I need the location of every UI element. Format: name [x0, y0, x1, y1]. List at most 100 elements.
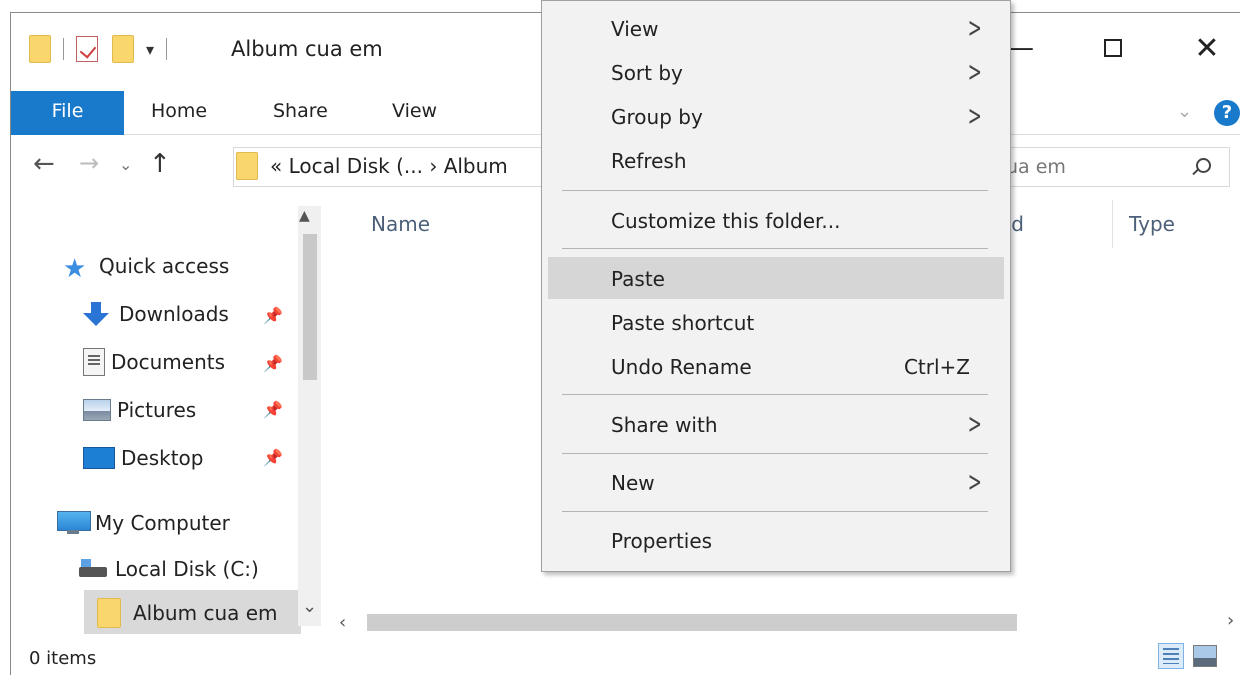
nav-item-label: Pictures [117, 398, 197, 422]
menu-item-label: View [611, 17, 659, 41]
nav-item-label: Quick access [99, 254, 230, 278]
chevron-right-icon: > [967, 465, 982, 498]
menu-separator [562, 394, 988, 395]
nav-item-quick-access[interactable]: ★ Quick access [63, 245, 229, 287]
tab-share[interactable]: Share [267, 91, 334, 135]
scroll-up-icon[interactable]: ▲ [299, 208, 310, 224]
qat-divider [63, 38, 64, 60]
scroll-left-icon[interactable]: ‹ [339, 612, 346, 633]
pin-icon[interactable]: 📌 [263, 448, 283, 467]
tab-file[interactable]: File [11, 91, 124, 135]
menu-item-undo-rename[interactable]: Undo Rename Ctrl+Z [548, 347, 1004, 383]
help-icon[interactable]: ? [1214, 100, 1240, 126]
customize-qat-icon[interactable]: ▾ [146, 40, 154, 59]
menu-item-label: Properties [611, 529, 713, 553]
nav-item-label: Downloads [119, 302, 229, 326]
tab-home[interactable]: Home [145, 91, 213, 135]
nav-item-documents[interactable]: Documents [83, 341, 225, 383]
back-arrow-icon[interactable]: ← [33, 149, 55, 179]
desktop-icon [83, 447, 115, 469]
computer-icon [57, 511, 91, 535]
close-button[interactable]: ✕ [1187, 31, 1227, 66]
nav-item-label: Album cua em [133, 601, 278, 625]
menu-item-refresh[interactable]: Refresh [548, 141, 1004, 177]
nav-scroll-thumb[interactable] [303, 234, 317, 380]
address-path: « Local Disk (... › Album [270, 154, 508, 178]
menu-item-group-by[interactable]: Group by > [548, 97, 1004, 133]
details-view-icon[interactable] [1158, 643, 1184, 669]
menu-item-shortcut: Ctrl+Z [903, 355, 970, 379]
context-menu: View > Sort by > Group by > Refresh Cust… [541, 0, 1011, 572]
menu-separator [562, 511, 988, 512]
menu-item-label: Share with [611, 413, 718, 437]
nav-item-desktop[interactable]: Desktop [83, 437, 203, 479]
menu-item-customize-folder[interactable]: Customize this folder... [548, 201, 1004, 237]
menu-item-label: Customize this folder... [611, 209, 841, 233]
up-arrow-icon[interactable]: ↑ [149, 149, 171, 179]
column-header-name[interactable]: Name [371, 212, 430, 236]
column-divider[interactable] [1112, 200, 1113, 248]
nav-item-downloads[interactable]: Downloads [83, 293, 229, 335]
menu-item-label: Undo Rename [611, 355, 752, 379]
menu-item-paste-shortcut[interactable]: Paste shortcut [548, 303, 1004, 339]
menu-item-new[interactable]: New > [548, 463, 1004, 499]
pin-icon[interactable]: 📌 [263, 306, 283, 325]
nav-item-label: Local Disk (C:) [115, 557, 259, 581]
menu-item-sort-by[interactable]: Sort by > [548, 53, 1004, 89]
chevron-right-icon: > [967, 407, 982, 440]
tab-view[interactable]: View [386, 91, 443, 135]
window-title: Album cua em [231, 37, 383, 61]
status-bar: 0 items [11, 643, 1240, 675]
menu-item-label: Group by [611, 105, 703, 129]
new-folder-icon[interactable] [112, 35, 134, 63]
forward-arrow-icon[interactable]: → [79, 149, 99, 177]
properties-icon[interactable] [76, 36, 98, 62]
nav-item-pictures[interactable]: Pictures [83, 389, 196, 431]
item-count: 0 items [29, 648, 97, 669]
disk-icon [79, 559, 109, 579]
pin-icon[interactable]: 📌 [263, 354, 283, 373]
menu-item-label: Refresh [611, 149, 687, 173]
expand-ribbon-icon[interactable]: ⌄ [1177, 101, 1192, 122]
address-bar[interactable]: « Local Disk (... › Album [233, 147, 553, 187]
nav-item-label: Documents [111, 350, 226, 374]
scroll-down-icon[interactable]: ⌄ [302, 596, 317, 617]
qat-divider [166, 38, 168, 60]
maximize-button[interactable] [1104, 39, 1122, 57]
menu-item-paste[interactable]: Paste [548, 257, 1004, 299]
menu-item-label: Sort by [611, 61, 683, 85]
nav-item-label: My Computer [95, 511, 230, 535]
large-icons-view-icon[interactable] [1193, 645, 1217, 667]
menu-item-label: Paste [611, 267, 665, 291]
menu-item-view[interactable]: View > [548, 9, 1004, 45]
folder-icon [97, 598, 121, 628]
nav-item-album[interactable]: Album cua em [97, 592, 278, 634]
menu-separator [562, 248, 988, 249]
chevron-right-icon: > [967, 11, 982, 44]
pictures-icon [83, 399, 111, 421]
quick-access-toolbar: ▾ [29, 35, 179, 63]
scroll-right-icon[interactable]: › [1227, 610, 1234, 631]
menu-item-label: Paste shortcut [611, 311, 755, 335]
chevron-right-icon: > [967, 99, 982, 132]
menu-item-properties[interactable]: Properties [548, 521, 1004, 557]
star-icon: ★ [63, 254, 87, 284]
search-placeholder: ua em [1006, 156, 1066, 178]
downloads-icon [83, 302, 113, 326]
nav-item-my-computer[interactable]: My Computer [57, 502, 230, 544]
menu-item-label: New [611, 471, 655, 495]
pin-icon[interactable]: 📌 [263, 400, 283, 419]
nav-item-label: Desktop [121, 446, 204, 470]
folder-icon [29, 35, 51, 63]
documents-icon [83, 348, 105, 376]
column-header-type[interactable]: Type [1129, 212, 1175, 236]
navigation-pane: ★ Quick access Downloads 📌 Documents 📌 P… [11, 198, 321, 643]
search-icon[interactable] [1196, 158, 1211, 173]
nav-item-local-disk[interactable]: Local Disk (C:) [79, 548, 259, 590]
horizontal-scrollbar[interactable]: ‹ › [331, 610, 1240, 634]
horizontal-scroll-thumb[interactable] [367, 614, 1017, 631]
menu-separator [562, 190, 988, 191]
recent-locations-icon[interactable]: ⌄ [119, 155, 132, 174]
chevron-right-icon: > [967, 55, 982, 88]
menu-item-share-with[interactable]: Share with > [548, 405, 1004, 441]
